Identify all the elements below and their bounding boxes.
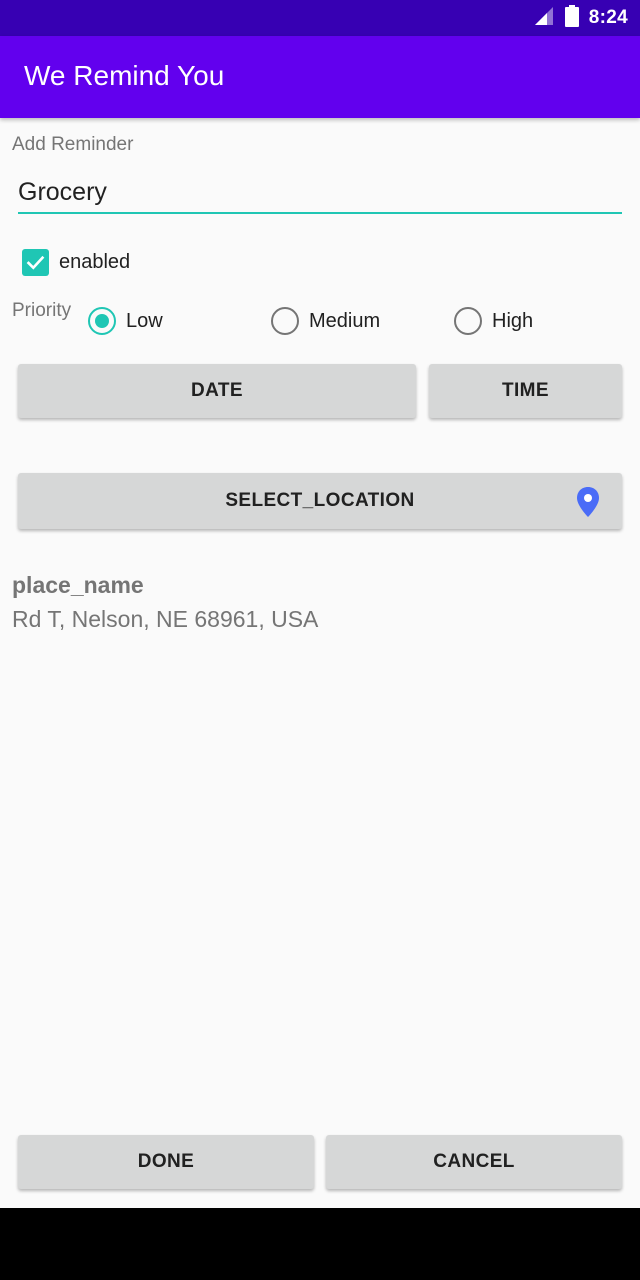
select-location-label: SELECT_LOCATION [225,490,415,511]
radio-button-unchecked[interactable] [454,307,482,335]
priority-low-label: Low [126,309,163,332]
enabled-checkbox-row[interactable]: enabled [22,248,130,276]
priority-medium-label: Medium [309,309,381,332]
location-pin-icon [577,487,599,517]
radio-button-unchecked[interactable] [271,307,299,335]
date-button[interactable]: DATE [18,364,416,418]
checkmark-icon [26,255,45,270]
enabled-label: enabled [59,250,131,273]
radio-button-checked[interactable] [88,307,116,335]
time-button[interactable]: TIME [429,364,622,418]
place-address: Rd T, Nelson, NE 68961, USA [12,606,319,632]
priority-radio-low[interactable]: Low [88,306,163,336]
status-clock: 8:24 [588,7,628,28]
cancel-button[interactable]: CANCEL [326,1135,622,1189]
app-title: We Remind You [24,60,225,91]
add-reminder-label: Add Reminder [12,134,134,155]
priority-label: Priority [12,300,72,321]
reminder-input[interactable] [18,172,622,214]
system-navigation-bar [0,1208,640,1280]
status-bar: 8:24 [0,0,640,36]
enabled-checkbox[interactable] [22,248,49,276]
app-bar: We Remind You [0,36,640,118]
priority-radio-high[interactable]: High [454,306,533,336]
done-button[interactable]: DONE [18,1135,314,1189]
signal-icon [533,5,555,32]
select-location-button[interactable]: SELECT_LOCATION [18,473,622,529]
battery-icon [564,4,579,32]
priority-high-label: High [492,309,534,332]
status-icons: 8:24 [533,0,628,36]
priority-radio-medium[interactable]: Medium [271,306,380,336]
place-name: place_name [12,572,144,598]
